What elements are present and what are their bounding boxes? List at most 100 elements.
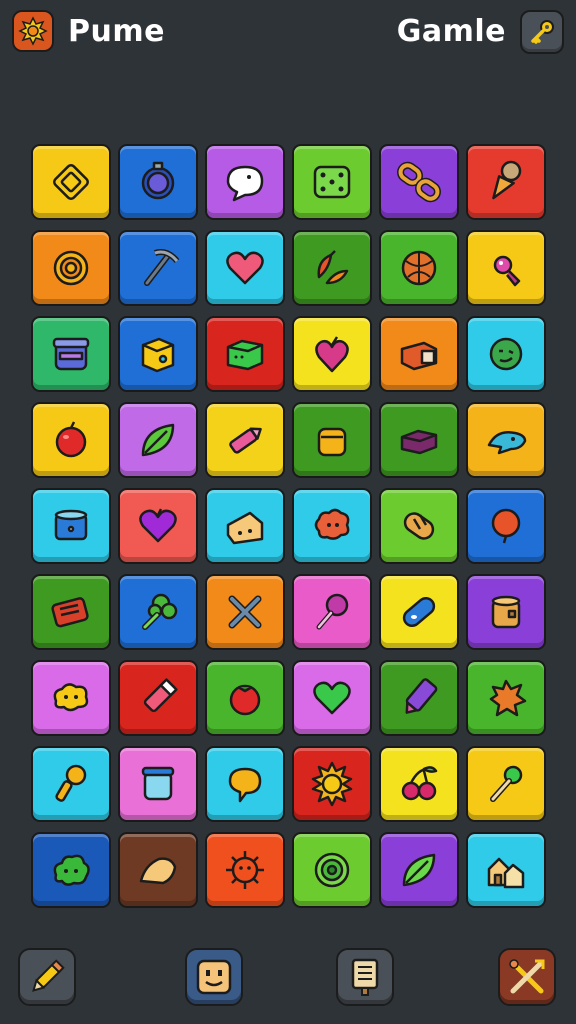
tile[interactable]: [205, 316, 285, 392]
lollipop-icon: [316, 593, 349, 630]
tile[interactable]: [205, 746, 285, 822]
tile[interactable]: [379, 144, 459, 220]
tile[interactable]: [118, 316, 198, 392]
pencil-button[interactable]: [18, 948, 76, 1006]
tile[interactable]: [379, 746, 459, 822]
virus-icon: [226, 851, 264, 889]
tile[interactable]: [31, 402, 111, 478]
green-heart-icon: [313, 681, 351, 715]
key-shape-icon: [55, 764, 87, 802]
tile[interactable]: [466, 832, 546, 908]
broccoli-icon: [142, 593, 178, 630]
tile[interactable]: [205, 144, 285, 220]
tile[interactable]: [205, 230, 285, 306]
tile[interactable]: [205, 488, 285, 564]
tile[interactable]: [292, 574, 372, 650]
glass-jar-icon: [141, 766, 175, 801]
tile[interactable]: [379, 574, 459, 650]
smile-face-icon: [489, 337, 523, 371]
jar-icon: [52, 337, 90, 371]
tile[interactable]: [31, 746, 111, 822]
fish-icon: [487, 431, 527, 455]
tile[interactable]: [292, 660, 372, 736]
crayon-icon: [229, 427, 262, 454]
tile[interactable]: [205, 574, 285, 650]
sun-icon: [311, 761, 353, 807]
tile[interactable]: [118, 746, 198, 822]
bottom-toolbar: [0, 940, 576, 1024]
candy-icon: [493, 255, 521, 287]
tile[interactable]: [292, 488, 372, 564]
tile[interactable]: [31, 832, 111, 908]
purple-heart-icon: [139, 508, 177, 543]
chest-icon: [400, 429, 438, 455]
tile[interactable]: [379, 488, 459, 564]
box-icon: [141, 337, 175, 373]
tile[interactable]: [118, 488, 198, 564]
tile[interactable]: [292, 746, 372, 822]
face-block-icon: [196, 959, 232, 995]
bread-icon: [403, 512, 435, 540]
tile[interactable]: [466, 488, 546, 564]
tile[interactable]: [205, 660, 285, 736]
tile[interactable]: [31, 230, 111, 306]
tile[interactable]: [31, 574, 111, 650]
houses-icon: [487, 857, 525, 889]
tile[interactable]: [292, 402, 372, 478]
tile[interactable]: [466, 660, 546, 736]
tile[interactable]: [292, 144, 372, 220]
tile[interactable]: [379, 230, 459, 306]
tile[interactable]: [118, 660, 198, 736]
scroll-sign-icon: [351, 958, 379, 996]
scroll-sign-button[interactable]: [336, 948, 394, 1006]
tile[interactable]: [466, 402, 546, 478]
paint-tube-icon: [405, 678, 438, 714]
brush-icon: [490, 765, 523, 802]
apple-icon: [55, 421, 87, 458]
tile[interactable]: [466, 230, 546, 306]
crossed-sticks-icon: [228, 595, 262, 629]
key-icon: [531, 20, 554, 44]
tile[interactable]: [379, 832, 459, 908]
crossed-tools-button[interactable]: [498, 948, 556, 1006]
pencil-icon: [32, 959, 65, 992]
tile[interactable]: [118, 832, 198, 908]
tile[interactable]: [205, 402, 285, 478]
key-button[interactable]: [520, 10, 564, 54]
tile[interactable]: [118, 402, 198, 478]
tile[interactable]: [379, 316, 459, 392]
tile[interactable]: [466, 144, 546, 220]
tile[interactable]: [31, 660, 111, 736]
chain-link-icon: [397, 161, 441, 203]
app-title: Pume: [68, 14, 165, 49]
tile[interactable]: [31, 488, 111, 564]
face-block-button[interactable]: [185, 948, 243, 1006]
tile[interactable]: [292, 316, 372, 392]
tile[interactable]: [292, 230, 372, 306]
tile[interactable]: [292, 832, 372, 908]
bush-icon: [53, 854, 90, 886]
target-icon: [314, 852, 350, 888]
tile[interactable]: [31, 144, 111, 220]
tile[interactable]: [466, 316, 546, 392]
tile[interactable]: [379, 660, 459, 736]
diamond-frame-icon: [53, 164, 89, 200]
speech-bubble-icon: [226, 165, 264, 202]
tile[interactable]: [205, 832, 285, 908]
tile[interactable]: [118, 144, 198, 220]
tile[interactable]: [466, 746, 546, 822]
honey-pot-icon: [317, 427, 347, 457]
tile[interactable]: [379, 402, 459, 478]
sun-badge-icon: [12, 10, 54, 52]
tomato-icon: [229, 684, 261, 716]
cheese-icon: [226, 511, 264, 545]
tile[interactable]: [118, 230, 198, 306]
heart-fruit-icon: [315, 336, 349, 373]
crossed-tools-icon: [509, 959, 545, 994]
tile[interactable]: [118, 574, 198, 650]
leaf-icon: [141, 423, 175, 457]
tile[interactable]: [466, 574, 546, 650]
peppers-icon: [317, 250, 349, 285]
balloon-icon: [491, 508, 521, 544]
tile[interactable]: [31, 316, 111, 392]
